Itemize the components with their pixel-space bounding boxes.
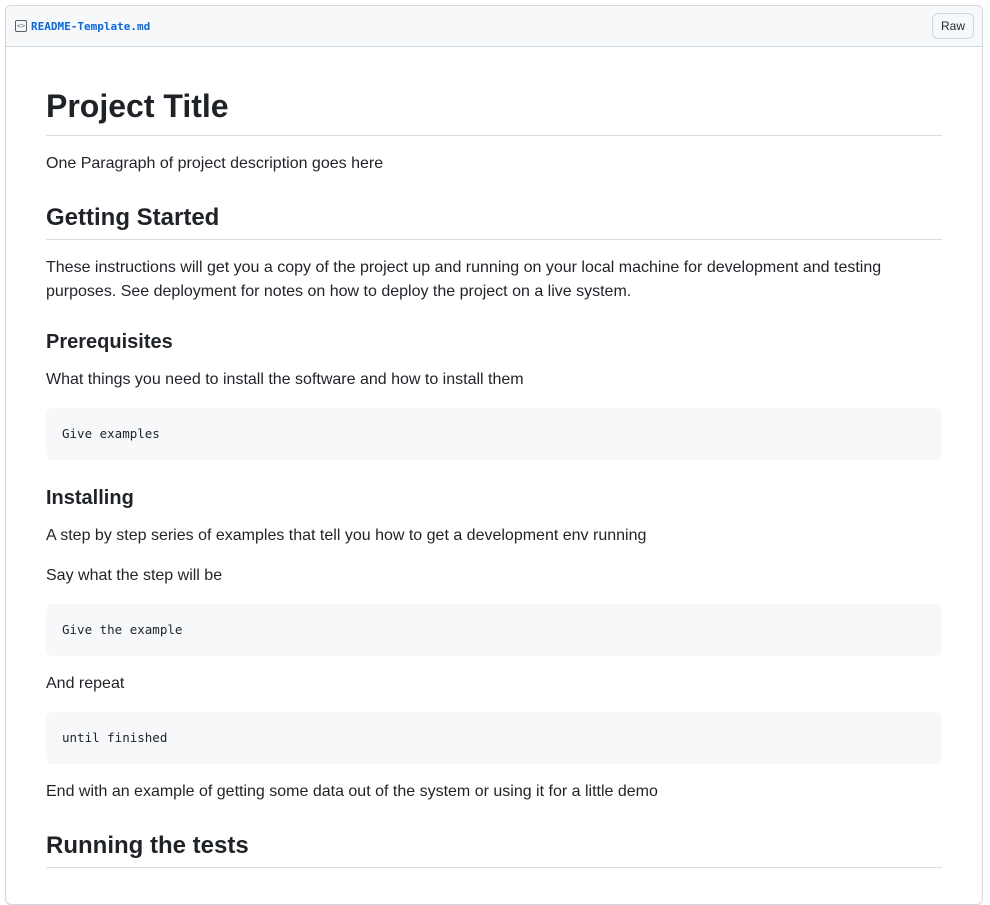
prerequisites-paragraph: What things you need to install the soft…: [46, 371, 524, 389]
intro-paragraph: One Paragraph of project description goe…: [46, 155, 384, 173]
file-name-link[interactable]: README-Template.md: [31, 20, 150, 33]
heading-running-tests: Running the tests: [46, 832, 942, 868]
code-block-example: Give the example: [46, 604, 942, 657]
file-viewer: <> README-Template.md Raw Project Title …: [5, 5, 983, 905]
step-paragraph: Say what the step will be: [46, 567, 223, 585]
project-title: Project Title: [46, 87, 942, 137]
end-paragraph: End with an example of getting some data…: [46, 783, 658, 801]
markdown-body: Project Title One Paragraph of project d…: [6, 87, 982, 868]
file-name-wrap: <> README-Template.md: [15, 20, 150, 33]
installing-paragraph: A step by step series of examples that t…: [46, 527, 647, 545]
heading-installing: Installing: [46, 487, 134, 510]
code-block-finished: until finished: [46, 712, 942, 765]
file-header: <> README-Template.md Raw: [6, 6, 982, 47]
raw-button[interactable]: Raw: [931, 13, 974, 39]
heading-getting-started: Getting Started: [46, 204, 942, 241]
getting-started-paragraph: These instructions will get you a copy o…: [46, 259, 882, 301]
heading-prerequisites: Prerequisites: [46, 331, 173, 354]
code-block-prerequisites: Give examples: [46, 408, 942, 461]
code-file-icon: <>: [15, 20, 27, 32]
repeat-paragraph: And repeat: [46, 675, 125, 693]
